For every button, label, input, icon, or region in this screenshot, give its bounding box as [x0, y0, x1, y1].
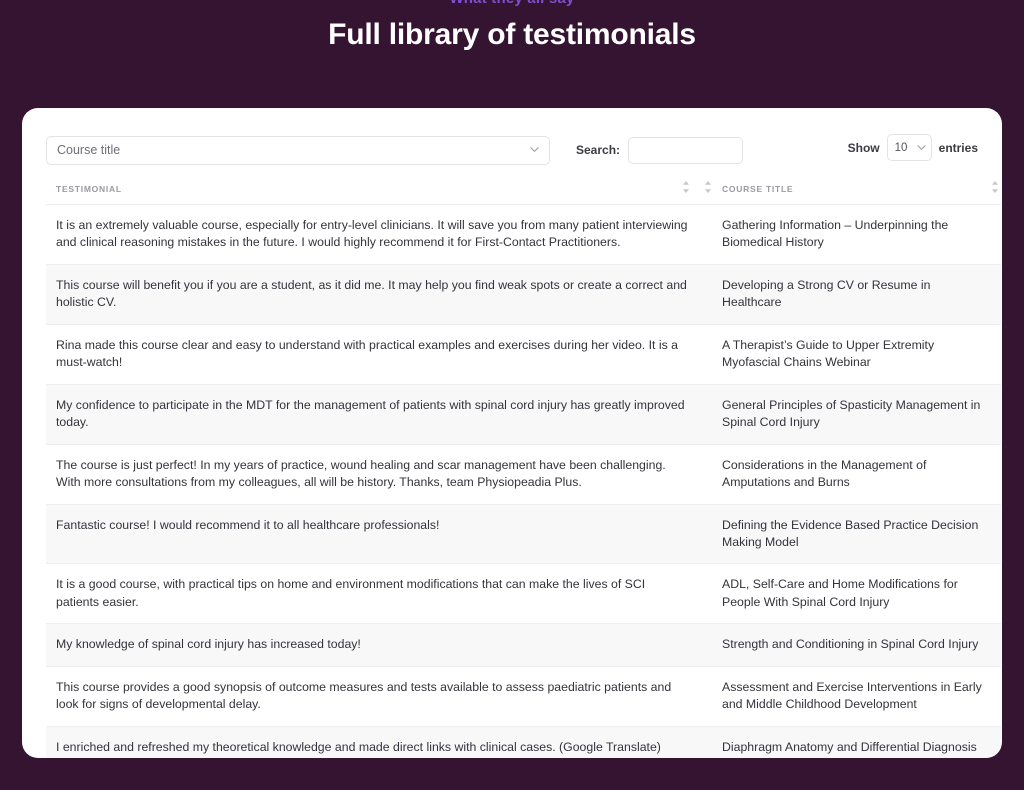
cell-course-title: A Therapist’s Guide to Upper Extremity M…	[701, 324, 1001, 385]
cell-testimonial: It is a good course, with practical tips…	[46, 563, 701, 625]
table-row: Fantastic course! I would recommend it t…	[46, 504, 1001, 565]
cell-course-title: Gathering Information – Underpinning the…	[701, 204, 1001, 265]
table-controls: Course title Search: Show 10 entries	[46, 130, 978, 170]
cell-testimonial: Rina made this course clear and easy to …	[46, 324, 701, 385]
testimonials-card: Course title Search: Show 10 entries TES…	[22, 108, 1002, 758]
page-header: What they all say Full library of testim…	[0, 0, 1024, 52]
show-label: Show	[847, 140, 880, 155]
table-row: This course will benefit you if you are …	[46, 264, 1001, 325]
cell-course-title: Considerations in the Management of Ampu…	[701, 444, 1001, 505]
cell-testimonial: This course provides a good synopsis of …	[46, 666, 701, 727]
cell-testimonial: It is an extremely valuable course, espe…	[46, 204, 701, 265]
page-length-value: 10	[894, 141, 908, 154]
table-row: I enriched and refreshed my theoretical …	[46, 726, 1001, 758]
column-header-course-title-label: COURSE TITLE	[722, 184, 794, 194]
cell-testimonial: My knowledge of spinal cord injury has i…	[46, 623, 701, 667]
table-header-row: TESTIMONIAL COURSE TITLE	[46, 170, 1001, 205]
search-control: Search:	[576, 136, 744, 164]
search-input[interactable]	[628, 136, 744, 164]
table-row: This course provides a good synopsis of …	[46, 666, 1001, 727]
table-body: It is an extremely valuable course, espe…	[46, 204, 1001, 758]
page-length-control: Show 10 entries	[848, 134, 978, 161]
search-label: Search:	[576, 143, 621, 157]
course-filter-select[interactable]: Course title	[46, 135, 550, 165]
course-filter-placeholder: Course title	[57, 143, 121, 157]
chevron-down-icon	[530, 145, 539, 154]
cell-course-title: ADL, Self-Care and Home Modifications fo…	[701, 563, 1001, 625]
sort-icon[interactable]	[704, 181, 712, 194]
table-row: It is an extremely valuable course, espe…	[46, 204, 1001, 265]
cell-testimonial: This course will benefit you if you are …	[46, 264, 701, 325]
table-row: My knowledge of spinal cord injury has i…	[46, 623, 1001, 667]
cell-course-title: General Principles of Spasticity Managem…	[701, 384, 1001, 445]
sort-icon[interactable]	[991, 181, 999, 194]
page-eyebrow: What they all say	[0, 0, 1024, 6]
column-header-course-title[interactable]: COURSE TITLE	[701, 170, 1001, 205]
sort-icon[interactable]	[682, 181, 690, 194]
cell-course-title: Strength and Conditioning in Spinal Cord…	[701, 623, 1001, 667]
table-row: My confidence to participate in the MDT …	[46, 384, 1001, 445]
entries-label: entries	[938, 140, 978, 155]
cell-course-title: Assessment and Exercise Interventions in…	[701, 666, 1001, 727]
column-header-testimonial-label: TESTIMONIAL	[56, 184, 122, 194]
cell-course-title: Developing a Strong CV or Resume in Heal…	[701, 264, 1001, 325]
table-row: It is a good course, with practical tips…	[46, 563, 1001, 625]
page-title: Full library of testimonials	[328, 18, 696, 51]
page-length-select[interactable]: 10	[886, 134, 932, 161]
cell-course-title: Defining the Evidence Based Practice Dec…	[701, 504, 1001, 565]
cell-testimonial: My confidence to participate in the MDT …	[46, 384, 701, 445]
table-row: The course is just perfect! In my years …	[46, 444, 1001, 505]
cell-testimonial: Fantastic course! I would recommend it t…	[46, 504, 701, 565]
testimonials-page: What they all say Full library of testim…	[0, 0, 1024, 782]
cell-course-title: Diaphragm Anatomy and Differential Diagn…	[701, 726, 1001, 758]
table-row: Rina made this course clear and easy to …	[46, 324, 1001, 385]
chevron-down-icon	[917, 143, 926, 152]
cell-testimonial: I enriched and refreshed my theoretical …	[46, 726, 701, 758]
table-head: TESTIMONIAL COURSE TITLE	[46, 170, 1001, 205]
column-header-testimonial[interactable]: TESTIMONIAL	[46, 170, 701, 205]
testimonials-table: TESTIMONIAL COURSE TITLE It is an extrem…	[46, 170, 1001, 758]
cell-testimonial: The course is just perfect! In my years …	[46, 444, 701, 505]
